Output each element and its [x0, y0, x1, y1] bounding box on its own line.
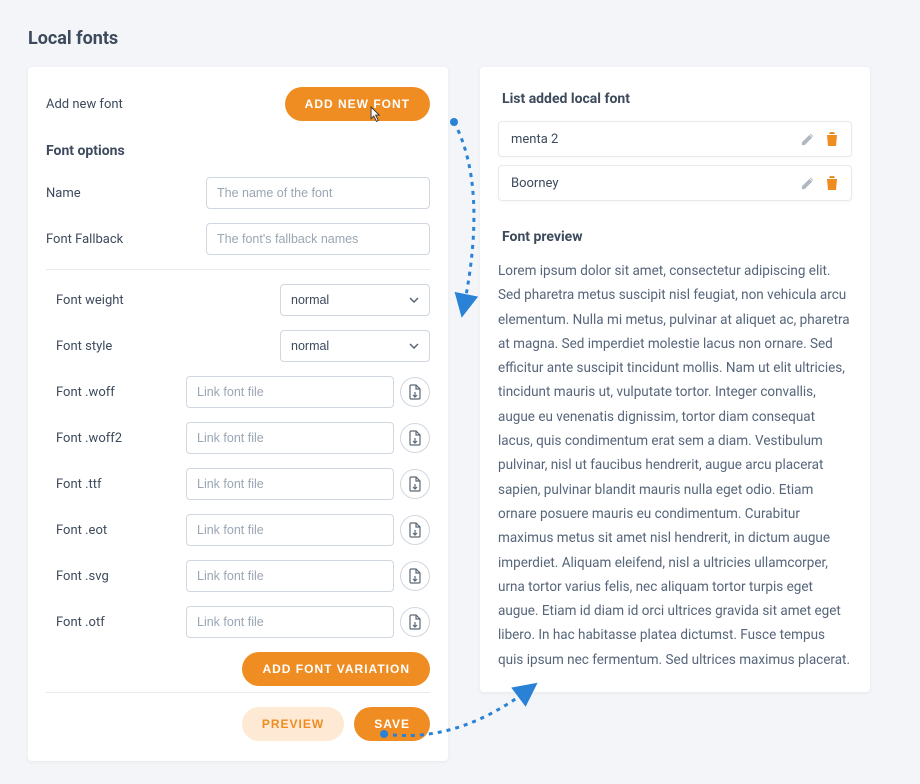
save-button[interactable]: SAVE	[354, 707, 430, 741]
preview-button[interactable]: PREVIEW	[242, 707, 344, 741]
font-file-input[interactable]	[186, 376, 394, 408]
font-style-select[interactable]: normal	[280, 330, 430, 362]
font-preview-text: Lorem ipsum dolor sit amet, consectetur …	[498, 259, 852, 672]
font-list-item: Boorney	[498, 165, 852, 201]
font-file-label: Font .woff	[46, 385, 176, 400]
font-weight-label: Font weight	[46, 293, 176, 308]
font-file-input[interactable]	[186, 514, 394, 546]
font-file-label: Font .otf	[46, 615, 176, 630]
edit-icon[interactable]	[800, 176, 815, 191]
file-picker-icon[interactable]	[400, 469, 430, 499]
fallback-label: Font Fallback	[46, 232, 196, 247]
file-picker-icon[interactable]	[400, 377, 430, 407]
add-font-variation-button[interactable]: ADD FONT VARIATION	[242, 652, 430, 686]
font-item-name: Boorney	[511, 176, 790, 191]
add-new-font-label: Add new font	[46, 97, 123, 112]
separator	[46, 692, 430, 693]
font-file-label: Font .woff2	[46, 431, 176, 446]
add-new-font-button[interactable]: ADD NEW FONT	[285, 87, 430, 121]
font-list-panel: List added local font menta 2 Boorney Fon…	[480, 67, 870, 692]
name-label: Name	[46, 186, 196, 201]
font-name-input[interactable]	[206, 177, 430, 209]
add-font-panel: Add new font ADD NEW FONT Font options N…	[28, 67, 448, 761]
edit-icon[interactable]	[800, 132, 815, 147]
font-fallback-input[interactable]	[206, 223, 430, 255]
font-file-input[interactable]	[186, 422, 394, 454]
separator	[46, 269, 430, 270]
file-picker-icon[interactable]	[400, 423, 430, 453]
font-file-label: Font .svg	[46, 569, 176, 584]
font-preview-title: Font preview	[502, 229, 852, 245]
font-file-input[interactable]	[186, 468, 394, 500]
font-file-label: Font .ttf	[46, 477, 176, 492]
font-options-title: Font options	[46, 143, 430, 159]
font-list-item: menta 2	[498, 121, 852, 157]
file-picker-icon[interactable]	[400, 561, 430, 591]
font-style-label: Font style	[46, 339, 176, 354]
font-file-input[interactable]	[186, 606, 394, 638]
file-picker-icon[interactable]	[400, 515, 430, 545]
delete-icon[interactable]	[825, 175, 839, 191]
font-file-input[interactable]	[186, 560, 394, 592]
delete-icon[interactable]	[825, 131, 839, 147]
list-added-title: List added local font	[502, 91, 852, 107]
font-file-label: Font .eot	[46, 523, 176, 538]
file-picker-icon[interactable]	[400, 607, 430, 637]
page-title: Local fonts	[28, 28, 892, 49]
font-item-name: menta 2	[511, 132, 790, 147]
font-weight-select[interactable]: normal	[280, 284, 430, 316]
